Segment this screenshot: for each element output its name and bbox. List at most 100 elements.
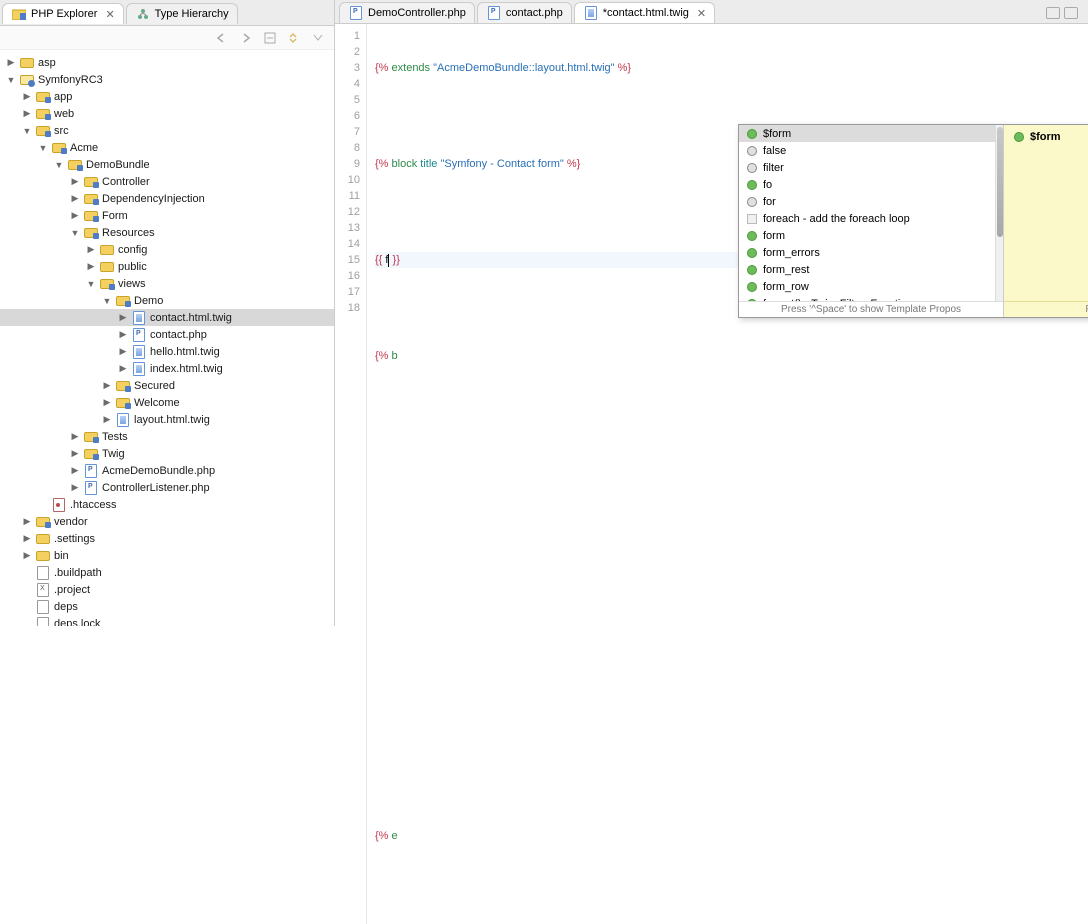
tree-item[interactable]: ▼DemoBundle [0, 156, 334, 173]
tree-item[interactable]: ▶contact.html.twig [0, 309, 334, 326]
php-folder-icon [35, 90, 51, 104]
expand-arrow-icon[interactable]: ▶ [22, 550, 32, 561]
editor-tab[interactable]: contact.php [477, 2, 572, 23]
tree-item[interactable]: ▼Acme [0, 139, 334, 156]
expand-arrow-icon[interactable]: ▼ [6, 75, 16, 85]
tree-item[interactable]: ▶app [0, 88, 334, 105]
expand-arrow-icon[interactable]: ▼ [22, 126, 32, 136]
autocomplete-item[interactable]: form_row [739, 278, 1003, 295]
expand-arrow-icon[interactable]: ▶ [70, 431, 80, 442]
autocomplete-item[interactable]: false [739, 142, 1003, 159]
tree-item[interactable]: ▶bin [0, 547, 334, 564]
expand-arrow-icon[interactable]: ▶ [102, 397, 112, 408]
tree-item[interactable]: ▶Form [0, 207, 334, 224]
tree-item[interactable]: ▶.htaccess [0, 496, 334, 513]
tree-item[interactable]: ▶web [0, 105, 334, 122]
expand-arrow-icon[interactable]: ▶ [86, 244, 96, 255]
tree-item[interactable]: ▶Tests [0, 428, 334, 445]
file-icon [486, 6, 502, 20]
expand-arrow-icon[interactable]: ▶ [70, 465, 80, 476]
expand-arrow-icon[interactable]: ▶ [118, 363, 128, 374]
expand-arrow-icon[interactable]: ▼ [54, 160, 64, 170]
tree-item[interactable]: ▶deps [0, 598, 334, 615]
expand-arrow-icon[interactable]: ▶ [86, 261, 96, 272]
expand-arrow-icon[interactable]: ▶ [70, 193, 80, 204]
tree-item[interactable]: ▶index.html.twig [0, 360, 334, 377]
tree-item[interactable]: ▶DependencyInjection [0, 190, 334, 207]
tree-item[interactable]: ▶hello.html.twig [0, 343, 334, 360]
tree-item[interactable]: ▶.project [0, 581, 334, 598]
tree-item[interactable]: ▶Welcome [0, 394, 334, 411]
view-menu-icon[interactable] [310, 30, 326, 46]
back-icon[interactable] [214, 30, 230, 46]
tree-item[interactable]: ▼Resources [0, 224, 334, 241]
autocomplete-item[interactable]: form_rest [739, 261, 1003, 278]
autocomplete-item[interactable]: foreach - add the foreach loop [739, 210, 1003, 227]
tree-item[interactable]: ▶public [0, 258, 334, 275]
tree-item[interactable]: ▶Secured [0, 377, 334, 394]
php-folder-icon [83, 209, 99, 223]
link-editor-icon[interactable] [286, 30, 302, 46]
expand-arrow-icon[interactable]: ▶ [70, 448, 80, 459]
maximize-icon[interactable] [1064, 7, 1078, 19]
tree-item[interactable]: ▶config [0, 241, 334, 258]
autocomplete-item[interactable]: for [739, 193, 1003, 210]
tree-item[interactable]: ▼Demo [0, 292, 334, 309]
tree-item[interactable]: ▶layout.html.twig [0, 411, 334, 428]
editor-tab[interactable]: DemoController.php [339, 2, 475, 23]
expand-arrow-icon[interactable]: ▼ [102, 296, 112, 306]
close-icon[interactable]: ✕ [697, 7, 706, 20]
tab-php-explorer[interactable]: PHP Explorer ✕ [2, 3, 124, 24]
expand-arrow-icon[interactable]: ▶ [22, 516, 32, 527]
tab-type-hierarchy[interactable]: Type Hierarchy [126, 3, 238, 24]
tree-item[interactable]: ▶vendor [0, 513, 334, 530]
tree-item[interactable]: ▶deps.lock [0, 615, 334, 626]
expand-arrow-icon[interactable]: ▶ [102, 380, 112, 391]
tree-item[interactable]: ▶Twig [0, 445, 334, 462]
keyword-icon [747, 163, 757, 173]
tree-item-label: views [118, 278, 146, 290]
collapse-all-icon[interactable] [262, 30, 278, 46]
tree-item[interactable]: ▶.settings [0, 530, 334, 547]
expand-arrow-icon[interactable]: ▶ [22, 533, 32, 544]
autocomplete-item[interactable]: fo [739, 176, 1003, 193]
code-editor[interactable]: 123456789101112131415161718 {% extends "… [335, 24, 1088, 924]
minimize-icon[interactable] [1046, 7, 1060, 19]
editor-tab[interactable]: *contact.html.twig✕ [574, 2, 715, 23]
expand-arrow-icon[interactable]: ▼ [38, 143, 48, 153]
autocomplete-doc[interactable]: $form Press 'Tab' from proposal table or… [1003, 125, 1088, 317]
expand-arrow-icon[interactable]: ▶ [70, 210, 80, 221]
tree-item[interactable]: ▶contact.php [0, 326, 334, 343]
expand-arrow-icon[interactable]: ▶ [6, 57, 16, 68]
tree-item[interactable]: ▶asp [0, 54, 334, 71]
tree-item[interactable]: ▼SymfonyRC3 [0, 71, 334, 88]
expand-arrow-icon[interactable]: ▶ [22, 91, 32, 102]
expand-arrow-icon[interactable]: ▼ [86, 279, 96, 289]
close-icon[interactable]: ✕ [105, 8, 114, 21]
scrollbar-thumb[interactable] [997, 127, 1003, 237]
expand-arrow-icon[interactable]: ▶ [118, 346, 128, 357]
file-tree[interactable]: ▶asp▼SymfonyRC3▶app▶web▼src▼Acme▼DemoBun… [0, 50, 334, 626]
autocomplete-item[interactable]: filter [739, 159, 1003, 176]
tree-item[interactable]: ▶ControllerListener.php [0, 479, 334, 496]
expand-arrow-icon[interactable]: ▶ [70, 482, 80, 493]
autocomplete-list[interactable]: $formfalsefilterfoforforeach - add the f… [739, 125, 1003, 317]
tree-item[interactable]: ▶.buildpath [0, 564, 334, 581]
doc-title: $form [1030, 131, 1061, 143]
expand-arrow-icon[interactable]: ▶ [118, 329, 128, 340]
expand-arrow-icon[interactable]: ▼ [70, 228, 80, 238]
expand-arrow-icon[interactable]: ▶ [22, 108, 32, 119]
scrollbar[interactable] [995, 125, 1003, 301]
tree-item[interactable]: ▶Controller [0, 173, 334, 190]
expand-arrow-icon[interactable]: ▶ [70, 176, 80, 187]
tree-item[interactable]: ▶AcmeDemoBundle.php [0, 462, 334, 479]
tree-item[interactable]: ▼src [0, 122, 334, 139]
autocomplete-item[interactable]: form [739, 227, 1003, 244]
expand-arrow-icon[interactable]: ▶ [118, 312, 128, 323]
autocomplete-item-label: form_rest [763, 264, 809, 276]
expand-arrow-icon[interactable]: ▶ [102, 414, 112, 425]
tree-item[interactable]: ▼ views [0, 275, 334, 292]
forward-icon[interactable] [238, 30, 254, 46]
autocomplete-item[interactable]: $form [739, 125, 1003, 142]
autocomplete-item[interactable]: form_errors [739, 244, 1003, 261]
